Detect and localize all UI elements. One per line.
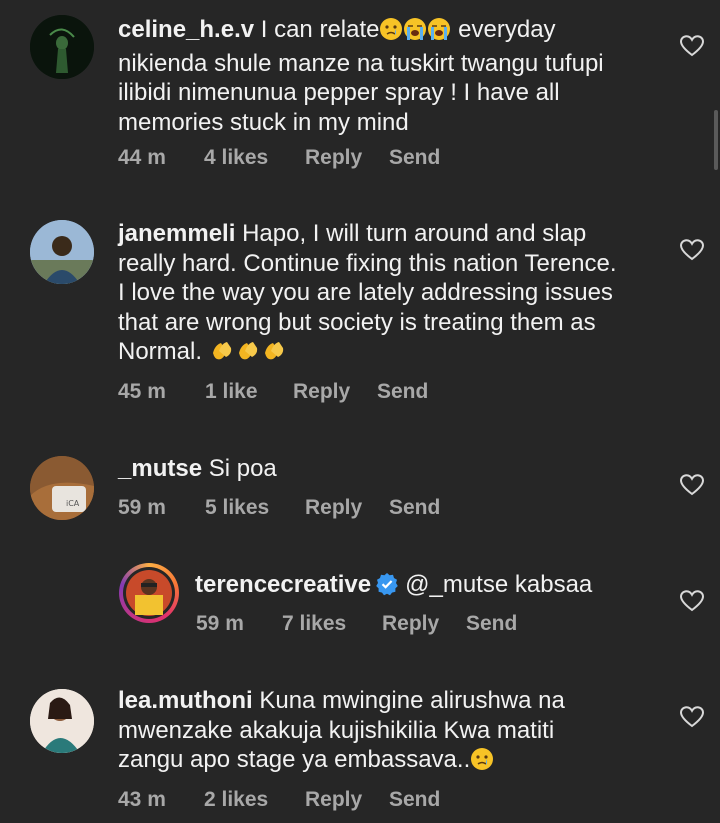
scrollbar[interactable] <box>714 110 718 170</box>
comment-line: that are wrong but society is treating t… <box>118 308 596 336</box>
comment-meta: 59 m 5 likes Reply Send <box>118 496 440 520</box>
crying-face-icon <box>470 747 494 779</box>
username[interactable]: _mutse <box>118 455 202 482</box>
send-button[interactable]: Send <box>389 496 440 520</box>
time-ago: 44 m <box>118 146 166 169</box>
clapping-hands-icon <box>261 339 287 371</box>
comment-line: Si poa <box>208 455 277 482</box>
avatar[interactable] <box>30 15 94 79</box>
comment-text: celine_h.e.v I can relate everyday nikie… <box>118 15 678 137</box>
send-button[interactable]: Send <box>377 380 428 404</box>
comment-meta: 45 m 1 like Reply Send <box>118 380 428 404</box>
likes-count[interactable]: 7 likes <box>282 612 382 636</box>
comment-line: I love the way you are lately addressing… <box>118 279 613 306</box>
comment-line: really hard. Continue fixing this nation… <box>118 249 617 277</box>
comment-line: Hapo, I will turn around and slap <box>242 220 587 247</box>
time-ago: 45 m <box>118 380 166 403</box>
comment-text: _mutse Si poa <box>118 454 678 484</box>
reply-button[interactable]: Reply <box>293 380 377 404</box>
username[interactable]: celine_h.e.v <box>118 16 254 43</box>
comment-line: Kuna mwingine alirushwa na <box>259 687 565 714</box>
comment-meta: 59 m 7 likes Reply Send <box>196 612 517 636</box>
crying-face-icon <box>379 17 403 49</box>
comment-text: terencecreative @_mutse kabsaa <box>195 570 675 604</box>
comment-meta: 44 m 4 likes Reply Send <box>118 146 440 170</box>
comment-text: janemmeli Hapo, I will turn around and s… <box>118 219 678 371</box>
reply-button[interactable]: Reply <box>305 788 389 812</box>
send-button[interactable]: Send <box>389 788 440 812</box>
comment-text: lea.muthoni Kuna mwingine alirushwa na m… <box>118 686 678 779</box>
comment-line: zangu apo stage ya embassava.. <box>118 746 471 773</box>
likes-count[interactable]: 4 likes <box>204 146 305 170</box>
clapping-hands-icon <box>235 339 261 371</box>
reply-button[interactable]: Reply <box>305 496 389 520</box>
comment-line: mwenzake akakuja kujishikilia Kwa matiti <box>118 716 555 744</box>
heart-icon[interactable] <box>680 35 704 57</box>
likes-count[interactable]: 1 like <box>205 380 293 404</box>
comment-line: ilibidi nimenunua pepper spray ! I have … <box>118 79 560 106</box>
comment-line: everyday <box>451 16 556 43</box>
comment-line: I can relate <box>260 16 380 43</box>
heart-icon[interactable] <box>680 590 704 612</box>
comment-line: memories stuck in my mind <box>118 108 409 136</box>
svg-text:iCA: iCA <box>66 499 80 508</box>
time-ago: 59 m <box>196 612 244 635</box>
likes-count[interactable]: 5 likes <box>205 496 305 520</box>
username[interactable]: lea.muthoni <box>118 687 253 714</box>
comment-line: kabsaa <box>508 571 593 598</box>
loudly-crying-face-icon <box>427 17 451 49</box>
avatar[interactable]: iCA <box>30 456 94 520</box>
send-button[interactable]: Send <box>389 146 440 170</box>
comment-meta: 43 m 2 likes Reply Send <box>118 788 440 812</box>
heart-icon[interactable] <box>680 239 704 261</box>
avatar[interactable] <box>119 563 179 623</box>
mention-link[interactable]: @_mutse <box>405 571 508 598</box>
likes-count[interactable]: 2 likes <box>204 788 305 812</box>
heart-icon[interactable] <box>680 474 704 496</box>
verified-badge-icon <box>375 572 399 604</box>
time-ago: 43 m <box>118 788 166 811</box>
username[interactable]: janemmeli <box>118 220 235 247</box>
comment-line: Normal. <box>118 338 203 365</box>
avatar[interactable] <box>30 689 94 753</box>
comment-line: nikienda shule manze na tuskirt twangu t… <box>118 49 604 77</box>
avatar[interactable] <box>30 220 94 284</box>
time-ago: 59 m <box>118 496 166 519</box>
reply-button[interactable]: Reply <box>382 612 466 636</box>
heart-icon[interactable] <box>680 706 704 728</box>
loudly-crying-face-icon <box>403 17 427 49</box>
send-button[interactable]: Send <box>466 612 517 636</box>
clapping-hands-icon <box>209 339 235 371</box>
username[interactable]: terencecreative <box>195 571 371 598</box>
reply-button[interactable]: Reply <box>305 146 389 170</box>
